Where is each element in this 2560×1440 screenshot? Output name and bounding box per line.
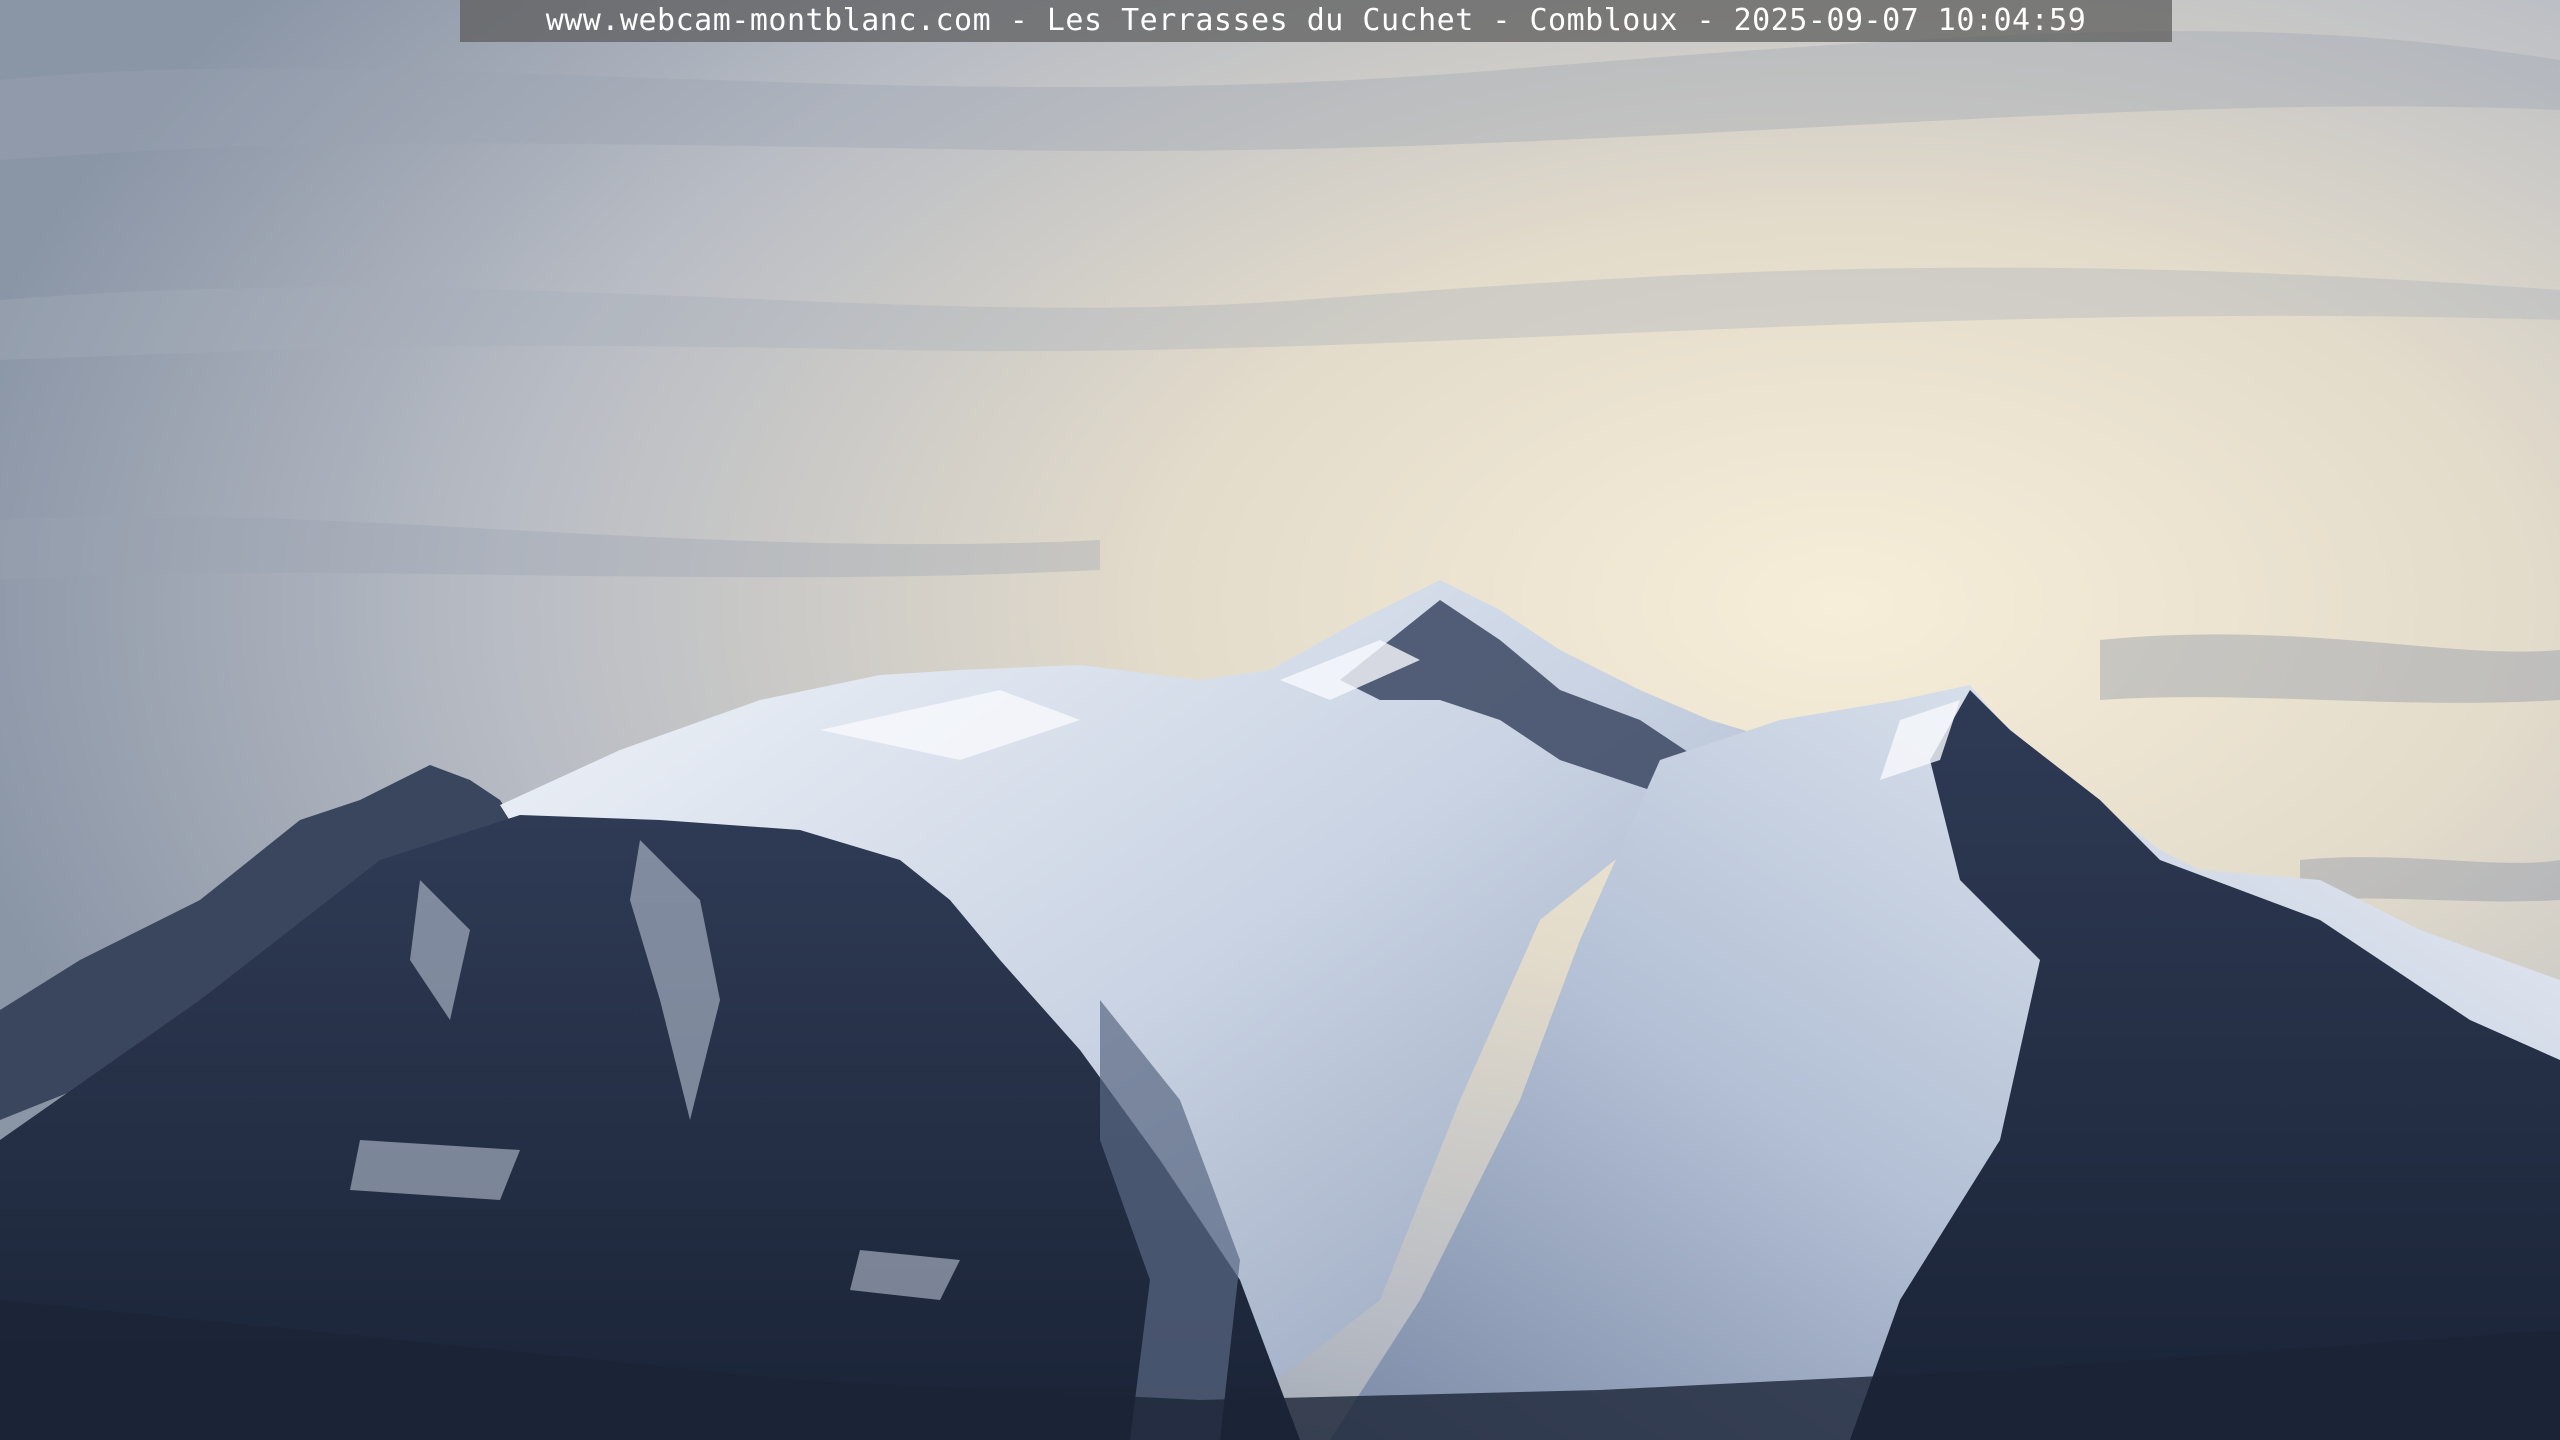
webcam-caption-bar: www.webcam-montblanc.com - Les Terrasses… — [460, 0, 2172, 42]
webcam-frame: www.webcam-montblanc.com - Les Terrasses… — [0, 0, 2560, 1440]
webcam-caption: www.webcam-montblanc.com - Les Terrasses… — [545, 3, 2087, 38]
mountain-scene — [0, 0, 2560, 1440]
